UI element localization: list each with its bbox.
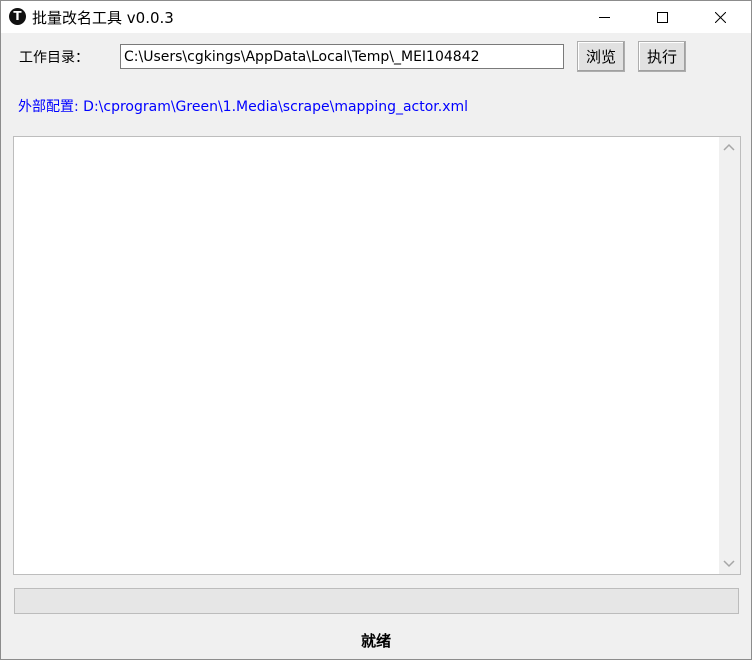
log-scrollbar[interactable] xyxy=(719,137,740,574)
window-title: 批量改名工具 v0.0.3 xyxy=(32,9,174,27)
maximize-icon xyxy=(657,12,668,23)
status-text: 就绪 xyxy=(360,632,391,650)
chevron-down-icon[interactable] xyxy=(723,560,735,568)
close-button[interactable] xyxy=(691,1,749,33)
chevron-up-icon[interactable] xyxy=(723,143,735,151)
maximize-button[interactable] xyxy=(633,1,691,33)
log-textarea[interactable] xyxy=(14,137,719,574)
log-panel xyxy=(13,136,741,575)
external-config-path: 外部配置: D:\cprogram\Green\1.Media\scrape\m… xyxy=(18,99,469,115)
minimize-icon xyxy=(599,17,610,18)
browse-button[interactable]: 浏览 xyxy=(577,41,625,72)
minimize-button[interactable] xyxy=(575,1,633,33)
app-window: T 批量改名工具 v0.0.3 工作目录： 浏览 执行 外部配置: D:\cpr… xyxy=(0,0,752,660)
title-bar[interactable]: T 批量改名工具 v0.0.3 xyxy=(1,1,751,33)
progress-bar xyxy=(14,588,739,614)
working-dir-input[interactable] xyxy=(120,44,564,69)
app-logo-icon: T xyxy=(9,8,26,25)
close-icon xyxy=(715,12,726,23)
execute-button[interactable]: 执行 xyxy=(638,41,686,72)
working-dir-label: 工作目录： xyxy=(19,50,89,66)
